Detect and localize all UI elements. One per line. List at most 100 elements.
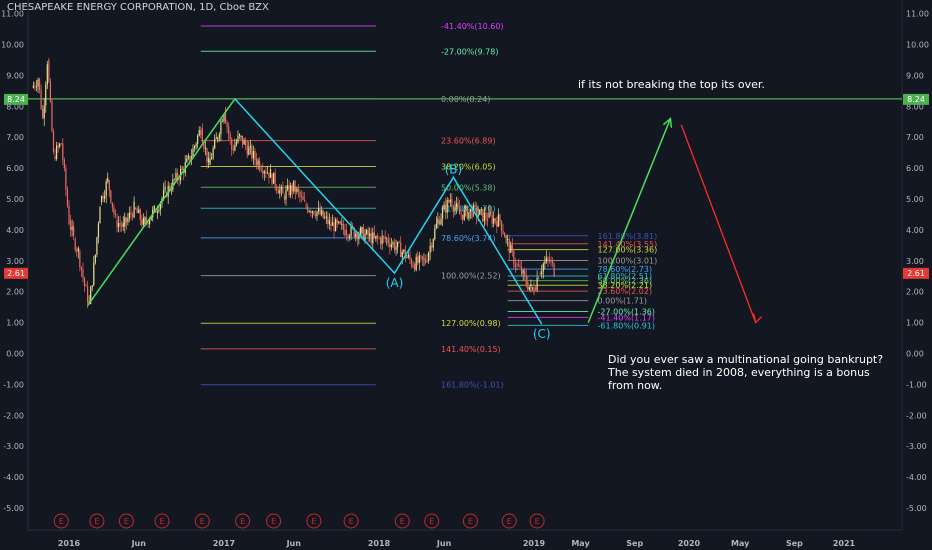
candle-body (35, 86, 38, 88)
candle-body (296, 188, 298, 192)
x-tick-label: 2020 (678, 539, 701, 548)
candle-body (217, 137, 219, 141)
candle-body (452, 206, 454, 211)
earnings-marker-label: E (94, 517, 99, 526)
y-tick-label-left: 0.00 (6, 350, 24, 359)
fib2-level-label: -61.80%(0.91) (598, 321, 655, 330)
candle-body (356, 233, 358, 240)
last-price-badge-left-label: 2.61 (7, 269, 25, 278)
candle-body (255, 158, 258, 165)
candle-body (173, 179, 175, 181)
candle-body (429, 245, 431, 253)
candle-body (387, 239, 389, 244)
candle-body (175, 172, 177, 181)
candle-body (381, 236, 383, 245)
candle-body (153, 205, 155, 210)
y-tick-label-left: 2.00 (6, 288, 24, 297)
candle-body (378, 238, 380, 239)
candle-body (271, 174, 273, 184)
candle-body (32, 85, 34, 88)
x-tick-label: 2021 (833, 539, 856, 548)
candle-body (531, 287, 534, 289)
candle-body (135, 208, 137, 210)
candle-body (325, 216, 327, 218)
candle-body (228, 126, 230, 135)
y-tick-label-right: 6.00 (906, 164, 924, 173)
candle-body (355, 233, 357, 237)
y-tick-label-left: 6.00 (6, 164, 24, 173)
candle-body (220, 121, 222, 135)
candle-body (514, 264, 516, 268)
resistance-price-badge-right-label: 8.24 (907, 95, 925, 104)
y-tick-label-left: -1.00 (3, 380, 24, 389)
abc-wave-line (234, 98, 543, 325)
candle-body (336, 219, 338, 223)
wave-label: (B) (445, 162, 463, 176)
candle-body (460, 214, 462, 216)
candle-body (107, 177, 109, 182)
candle-body (114, 213, 117, 215)
candle-body (513, 250, 515, 265)
candle-body (468, 211, 470, 219)
y-tick-label-right: 10.00 (906, 41, 929, 50)
candle-body (322, 210, 324, 218)
candle-body (51, 101, 53, 132)
chart-title: CHESAPEAKE ENERGY CORPORATION, 1D, Cboe … (7, 2, 269, 13)
candle-body (386, 238, 388, 240)
candle-body (345, 229, 348, 236)
y-tick-label-left: -4.00 (3, 473, 24, 482)
candle-body (426, 260, 428, 262)
candle-body (254, 151, 256, 161)
candle-body (118, 223, 120, 228)
y-tick-label-right: 4.00 (906, 226, 924, 235)
candle-body (293, 180, 295, 192)
candle-body (522, 270, 524, 274)
candle-body (389, 243, 391, 248)
candle-body (234, 145, 236, 151)
y-tick-label-left: -2.00 (3, 411, 24, 420)
candle-body (417, 256, 419, 264)
earnings-marker-label: E (349, 517, 354, 526)
candle-body (145, 217, 148, 222)
candle-body (465, 206, 467, 210)
candle-body (446, 199, 448, 213)
candle-body (480, 208, 482, 210)
candle-body (479, 209, 481, 215)
candle-body (200, 130, 202, 135)
candle-body (414, 263, 416, 271)
candle-body (192, 148, 194, 157)
candle-body (104, 195, 106, 199)
candle-body (38, 78, 41, 90)
candle-body (201, 127, 203, 143)
candle-body (297, 188, 299, 192)
y-tick-label-right: 0.00 (906, 350, 924, 359)
candle-body (277, 190, 279, 194)
candle-body (274, 172, 276, 187)
y-tick-label-right: 3.00 (906, 257, 924, 266)
candle-body (335, 219, 337, 232)
y-tick-label-right: 1.00 (906, 319, 924, 328)
candle-body (212, 148, 214, 158)
candle-body (218, 134, 220, 138)
wave-label: (A) (386, 276, 404, 290)
candle-body (490, 212, 492, 215)
candle-body (401, 251, 403, 258)
candle-body (552, 261, 554, 264)
x-tick-label: Jun (436, 539, 452, 548)
y-tick-label-right: -5.00 (906, 504, 927, 513)
candle-body (541, 271, 543, 275)
candle-body (211, 157, 213, 160)
candle-body (80, 266, 82, 270)
candle-body (79, 251, 81, 267)
candle-body (110, 190, 112, 203)
candle-body (398, 241, 400, 243)
candle-body (304, 199, 306, 202)
candle-body (313, 211, 315, 215)
y-tick-label-left: 1.00 (6, 319, 24, 328)
fib1-level-label: 78.60%(3.74) (441, 234, 496, 243)
candle-body (181, 168, 183, 170)
candle-body (474, 205, 476, 207)
candle-body (235, 142, 237, 146)
y-tick-label-left: -5.00 (3, 504, 24, 513)
candle-body (130, 212, 132, 215)
